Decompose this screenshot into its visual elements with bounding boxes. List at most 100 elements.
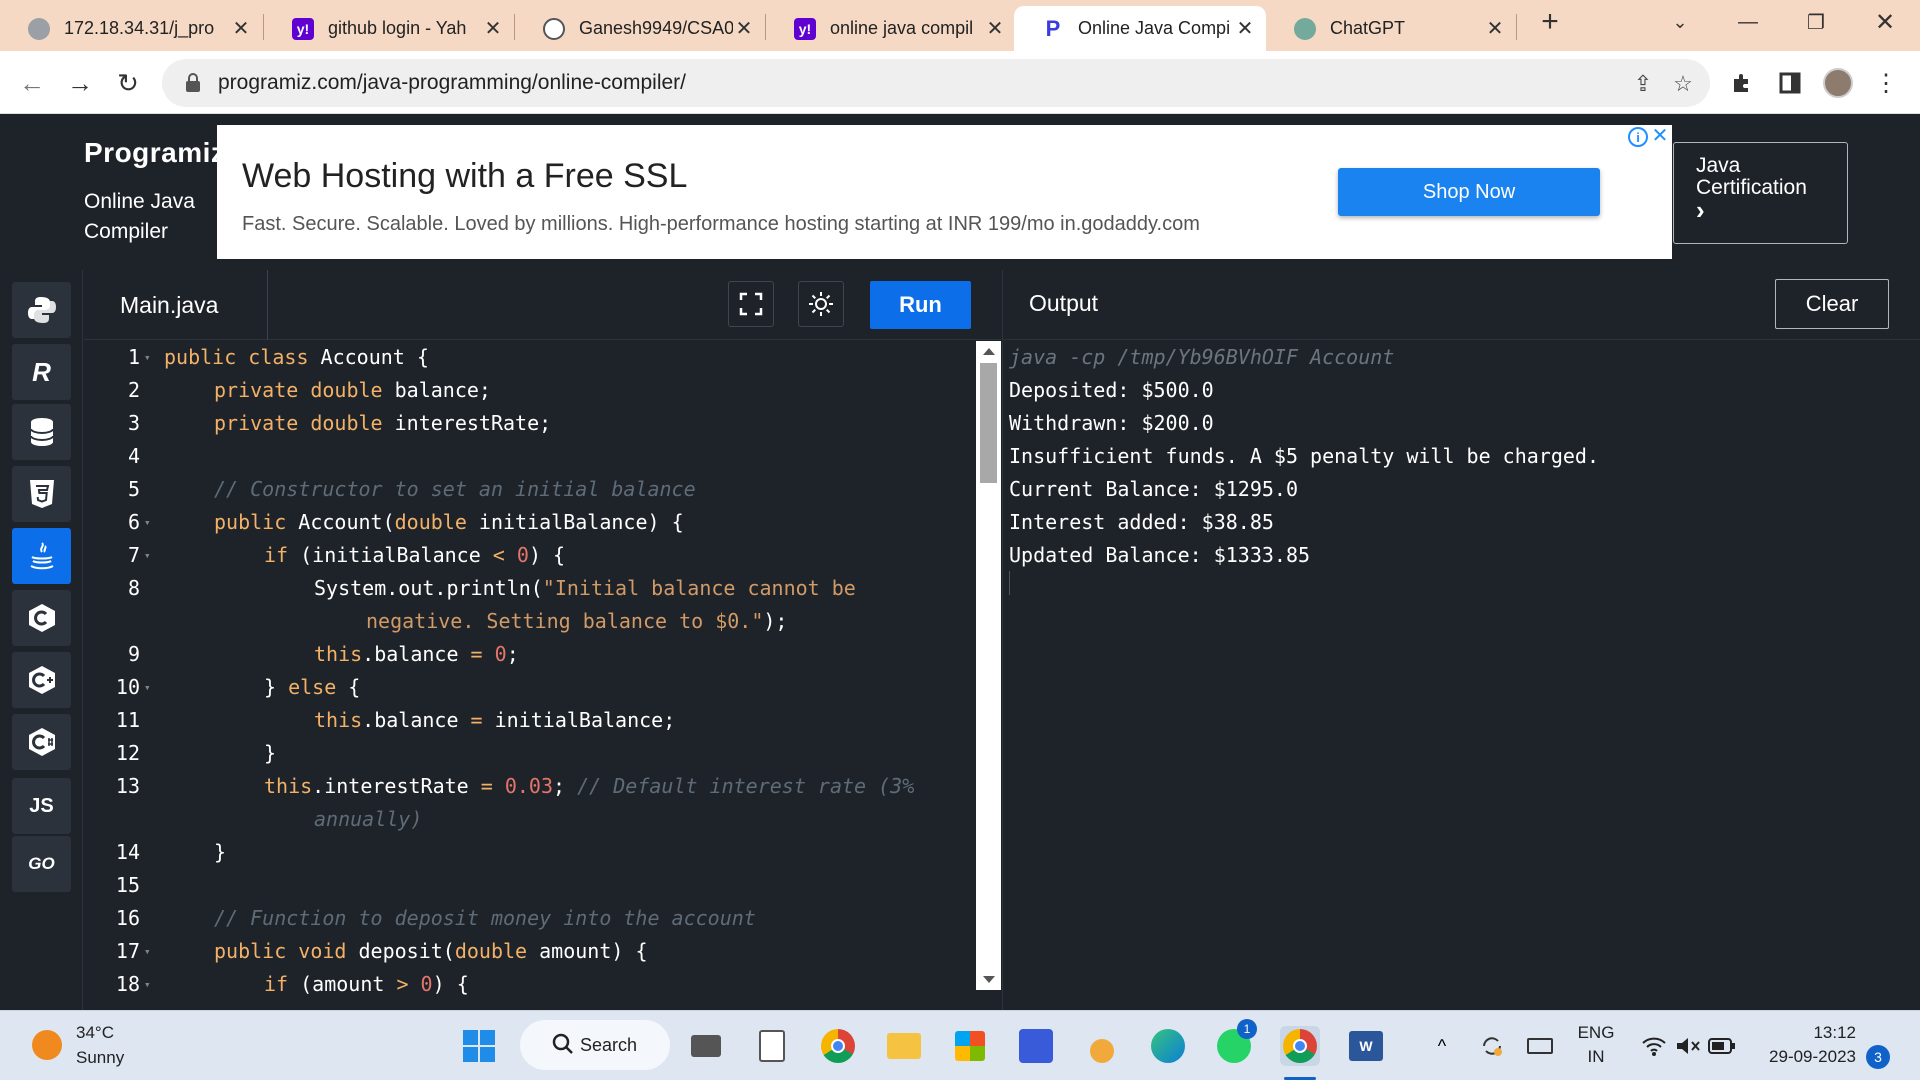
output-line: Interest added: $38.85 [1009,510,1274,534]
theme-toggle-button[interactable] [798,281,844,327]
weather-sun-icon[interactable] [32,1030,62,1060]
restore-button[interactable]: ❐ [1786,0,1846,44]
run-button[interactable]: Run [870,281,971,329]
fullscreen-button[interactable] [728,281,774,327]
scroll-up-arrow-icon[interactable] [983,348,995,355]
line-number: 13 [115,774,140,798]
close-tab-icon[interactable]: ✕ [482,16,504,41]
chrome-active-icon[interactable] [1280,1026,1320,1066]
code-token: amount) { [527,939,648,963]
r-language-button[interactable]: R [12,344,71,400]
close-tab-icon[interactable]: ✕ [984,16,1006,41]
new-tab-button[interactable]: + [1520,0,1580,44]
chrome-icon[interactable] [818,1026,858,1066]
minimize-button[interactable]: — [1718,0,1778,44]
browser-tab[interactable]: y! online java compil ✕ [766,6,1016,51]
ad-info-icon[interactable]: i [1628,127,1648,147]
code-token: double [394,510,467,534]
java-language-button[interactable] [12,528,71,584]
clock-date[interactable]: 29-09-2023 [1756,1047,1856,1067]
go-language-button[interactable]: GO [12,836,71,892]
taskbar-search[interactable]: Search [520,1020,670,1070]
reload-icon[interactable]: ↻ [110,65,146,101]
sync-icon[interactable] [1472,1026,1512,1066]
line-number: 11 [115,708,140,732]
browser-tab[interactable]: Ganesh9949/CSA0 ✕ [515,6,765,51]
sql-language-button[interactable] [12,404,71,460]
csharp-icon [28,728,55,756]
shop-now-button[interactable]: Shop Now [1338,168,1600,216]
browser-tab-active[interactable]: P Online Java Compi ✕ [1014,6,1266,51]
file-app-icon[interactable] [752,1026,792,1066]
profile-avatar[interactable] [1820,65,1856,101]
medal-app-icon[interactable] [1082,1026,1122,1066]
scroll-down-arrow-icon[interactable] [983,976,995,983]
share-icon[interactable]: ⇪ [1630,71,1656,97]
more-menu-icon[interactable]: ⋮ [1868,65,1904,101]
weather-temperature[interactable]: 34°C [76,1023,114,1043]
language-indicator[interactable]: ENG [1576,1023,1616,1043]
address-bar[interactable]: programiz.com/java-programming/online-co… [162,59,1710,107]
clock-time[interactable]: 13:12 [1756,1023,1856,1043]
chevron-up-icon[interactable]: ^ [1422,1026,1462,1066]
cpp-language-button[interactable] [12,652,71,708]
fold-arrow-icon[interactable]: ▾ [144,351,151,364]
clear-button[interactable]: Clear [1775,279,1889,329]
csharp-language-button[interactable] [12,714,71,770]
code-token: else [288,675,337,699]
output-console[interactable]: java -cp /tmp/Yb96BVhOIF Account Deposit… [1002,341,1920,1010]
code-token: this [314,708,363,732]
app-icon[interactable] [1016,1026,1056,1066]
close-tab-icon[interactable]: ✕ [733,16,755,41]
fold-arrow-icon[interactable]: ▾ [144,945,151,958]
extensions-puzzle-icon[interactable] [1724,65,1760,101]
code-token: { [336,675,361,699]
browser-tab[interactable]: y! github login - Yah ✕ [264,6,514,51]
language-region[interactable]: IN [1576,1047,1616,1067]
file-tab[interactable]: Main.java [84,270,268,340]
page-title: Online Java Compiler [84,187,225,247]
github-icon [543,17,565,40]
forward-arrow-icon[interactable]: → [62,65,98,101]
file-explorer-icon[interactable] [884,1026,924,1066]
python-language-button[interactable] [12,282,71,338]
close-tab-icon[interactable]: ✕ [1234,16,1256,41]
browser-tab[interactable]: 172.18.34.31/j_pro ✕ [0,6,262,51]
keyboard-icon[interactable] [1520,1026,1560,1066]
ad-title[interactable]: Web Hosting with a Free SSL [242,157,687,196]
brand[interactable]: Programiz Online Java Compiler [84,137,225,247]
chatgpt-icon [1294,17,1316,40]
word-icon[interactable]: W [1346,1026,1386,1066]
ad-banner[interactable]: Web Hosting with a Free SSL Fast. Secure… [217,125,1672,259]
code-editor[interactable]: 1 ▾ 2 3 4 5 6 ▾ 7 ▾ 8 9 10 ▾ 11 12 13 14… [84,341,1001,1010]
c-language-button[interactable] [12,590,71,646]
microsoft-store-icon[interactable] [950,1026,990,1066]
editor-scrollbar[interactable] [976,341,1001,990]
scrollbar-thumb[interactable] [980,363,997,483]
fold-arrow-icon[interactable]: ▾ [144,681,151,694]
close-tab-icon[interactable]: ✕ [1484,16,1506,41]
javascript-language-button[interactable]: JS [12,778,71,834]
notification-badge[interactable]: 3 [1866,1045,1890,1069]
java-certification-button[interactable]: Java Certification › [1673,142,1848,244]
back-arrow-icon[interactable]: ← [14,65,50,101]
ad-close-icon[interactable]: ✕ [1650,126,1670,147]
sidepanel-icon[interactable] [1772,65,1808,101]
fold-arrow-icon[interactable]: ▾ [144,978,151,991]
tab-search-chevron-icon[interactable]: ⌄ [1650,0,1710,44]
close-window-button[interactable]: ✕ [1855,0,1915,44]
task-view-icon[interactable] [686,1026,726,1066]
bookmark-star-icon[interactable]: ☆ [1670,71,1696,97]
start-button[interactable] [459,1026,499,1066]
weather-condition[interactable]: Sunny [76,1048,124,1068]
html-language-button[interactable] [12,466,71,522]
battery-icon[interactable] [1702,1026,1742,1066]
language-sidebar: R JS GO [0,270,83,1010]
close-tab-icon[interactable]: ✕ [230,16,252,41]
yahoo-icon: y! [292,17,314,40]
line-number: 9 [127,642,140,666]
browser-tab[interactable]: ChatGPT ✕ [1266,6,1516,51]
fold-arrow-icon[interactable]: ▾ [144,516,151,529]
fold-arrow-icon[interactable]: ▾ [144,549,151,562]
edge-icon[interactable] [1148,1026,1188,1066]
